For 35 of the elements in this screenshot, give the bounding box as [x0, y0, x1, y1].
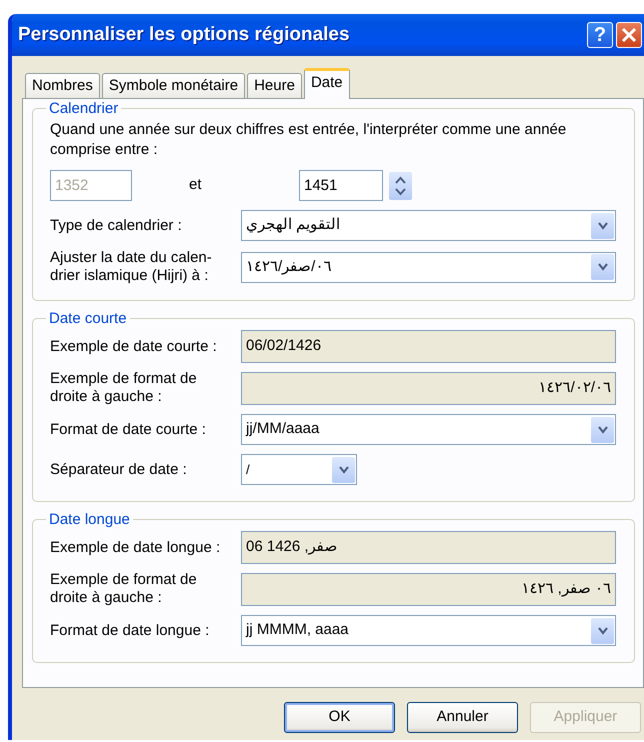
example-field: ١٤٢٦/٠٢/٠٦	[241, 372, 616, 404]
field-label: Séparateur de date :	[50, 460, 188, 478]
instruction-text: Quand une année sur deux chiffres est entrée, l'interpréter comme une année comprise entre :	[50, 120, 568, 159]
group-title: Date longue	[48, 512, 131, 527]
example-field: 06/02/1426	[241, 330, 616, 363]
dropdown[interactable]: jj MMMM, aaaa	[241, 615, 616, 646]
spin-button[interactable]	[389, 172, 412, 200]
dialog-button[interactable]: OK	[284, 702, 395, 733]
field-label: Exemple de date courte :	[50, 338, 218, 356]
group-title: Date courte	[48, 311, 128, 326]
dropdown[interactable]: jj/MM/aaaa	[241, 414, 616, 445]
field-label: Ajuster la date du calen-drier islamique (Hijri) à :	[50, 249, 213, 285]
field-label: Exemple de format de droite à gauche :	[50, 571, 198, 607]
field-label: Exemple de date longue :	[50, 538, 222, 556]
tab[interactable]: Date	[304, 68, 350, 99]
dropdown[interactable]: ٠٦/صفر/١٤٢٦	[241, 252, 616, 282]
close-button[interactable]	[616, 22, 642, 48]
field-label: Format de date courte :	[50, 420, 207, 438]
window-title: Personnaliser les options régionales	[18, 22, 351, 47]
example-field: 06 صفر, 1426	[241, 531, 616, 564]
tab[interactable]: Heure	[247, 73, 302, 98]
group-title: Calendrier	[48, 101, 120, 116]
field-label: Type de calendrier :	[50, 216, 183, 234]
dialog-button[interactable]: Annuler	[407, 702, 518, 733]
dropdown[interactable]: التقويم الهجري	[241, 210, 616, 241]
range-label: et	[189, 175, 203, 196]
year-field[interactable]: 1451	[299, 170, 383, 201]
field-label: Format de date longue :	[50, 622, 210, 640]
close-icon	[621, 27, 637, 43]
field-label: Exemple de format de droite à gauche :	[50, 370, 198, 406]
tab[interactable]: Nombres	[25, 73, 100, 98]
help-button[interactable]: ?	[587, 22, 613, 48]
example-field: ٠٦ صفر, ١٤٢٦	[241, 572, 616, 606]
dropdown[interactable]: /	[241, 454, 357, 485]
tab[interactable]: Symbole monétaire	[102, 73, 246, 98]
